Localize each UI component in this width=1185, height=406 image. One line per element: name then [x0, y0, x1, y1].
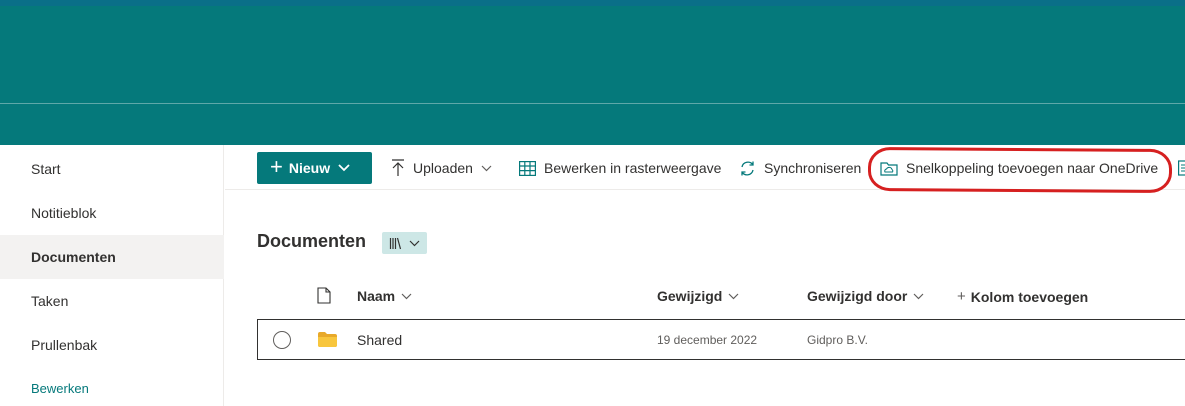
- nav-item-documenten[interactable]: Documenten: [0, 235, 224, 279]
- grid-edit-label: Bewerken in rasterweergave: [544, 160, 722, 176]
- column-header-name[interactable]: Naam: [357, 288, 412, 304]
- chevron-down-icon: [401, 293, 412, 299]
- column-header-modified-label: Gewijzigd: [657, 288, 723, 304]
- new-button[interactable]: + Nieuw: [257, 152, 372, 184]
- folder-icon: [318, 332, 337, 347]
- sync-label: Synchroniseren: [764, 160, 862, 176]
- library-title: Documenten: [257, 231, 367, 251]
- nav-item-prullenbak[interactable]: Prullenbak: [0, 323, 224, 367]
- nav-item-start[interactable]: Start: [0, 147, 224, 191]
- column-header-modified[interactable]: Gewijzigd: [657, 288, 739, 304]
- upload-icon: [392, 159, 404, 176]
- plus-icon: +: [957, 288, 966, 305]
- more-commands-icon[interactable]: [1178, 152, 1185, 184]
- row-modified: 19 december 2022: [657, 333, 758, 347]
- sync-icon: [741, 161, 754, 175]
- nav-item-notitieblok[interactable]: Notitieblok: [0, 191, 224, 235]
- view-switcher-button[interactable]: [382, 232, 427, 254]
- row-modified-by: Gidpro B.V.: [807, 333, 868, 347]
- add-shortcut-label: Snelkoppeling toevoegen naar OneDrive: [906, 160, 1159, 176]
- command-bar: + Nieuw Uploaden Bewerken in rasterweerg…: [225, 145, 1185, 190]
- site-header-banner: [0, 6, 1185, 145]
- library-view-icon: [389, 237, 402, 249]
- left-navigation: Start Notitieblok Documenten Taken Prull…: [0, 145, 224, 406]
- column-header-modified-by-label: Gewijzigd door: [807, 288, 908, 304]
- chevron-down-icon: [728, 293, 739, 299]
- document-icon: [317, 287, 331, 304]
- plus-icon: +: [270, 154, 283, 179]
- add-shortcut-onedrive-button[interactable]: Snelkoppeling toevoegen naar OneDrive: [880, 152, 1158, 184]
- sync-button[interactable]: Synchroniseren: [739, 152, 861, 184]
- chevron-down-icon: [338, 164, 350, 172]
- grid-edit-button[interactable]: Bewerken in rasterweergave: [519, 152, 721, 184]
- row-name[interactable]: Shared: [357, 332, 402, 348]
- chevron-down-icon: [913, 293, 924, 299]
- upload-button[interactable]: Uploaden: [391, 152, 492, 184]
- add-column-label: Kolom toevoegen: [970, 288, 1089, 305]
- chevron-down-icon: [481, 165, 492, 171]
- export-icon: [1178, 160, 1185, 176]
- column-header-modified-by[interactable]: Gewijzigd door: [807, 288, 924, 304]
- nav-item-taken[interactable]: Taken: [0, 279, 224, 323]
- nav-edit-link[interactable]: Bewerken: [0, 367, 224, 406]
- table-row[interactable]: Shared 19 december 2022 Gidpro B.V.: [257, 319, 1185, 360]
- add-column-button[interactable]: + Kolom toevoegen: [957, 288, 1088, 305]
- column-header-name-label: Naam: [357, 288, 396, 304]
- new-button-label: Nieuw: [288, 160, 331, 176]
- file-type-column-header[interactable]: [317, 287, 331, 304]
- grid-icon: [519, 160, 536, 176]
- header-divider: [0, 103, 1185, 104]
- chevron-down-icon: [409, 240, 420, 246]
- row-select-radio[interactable]: [273, 331, 291, 349]
- upload-label: Uploaden: [413, 160, 473, 176]
- folder-shortcut-icon: [880, 162, 898, 176]
